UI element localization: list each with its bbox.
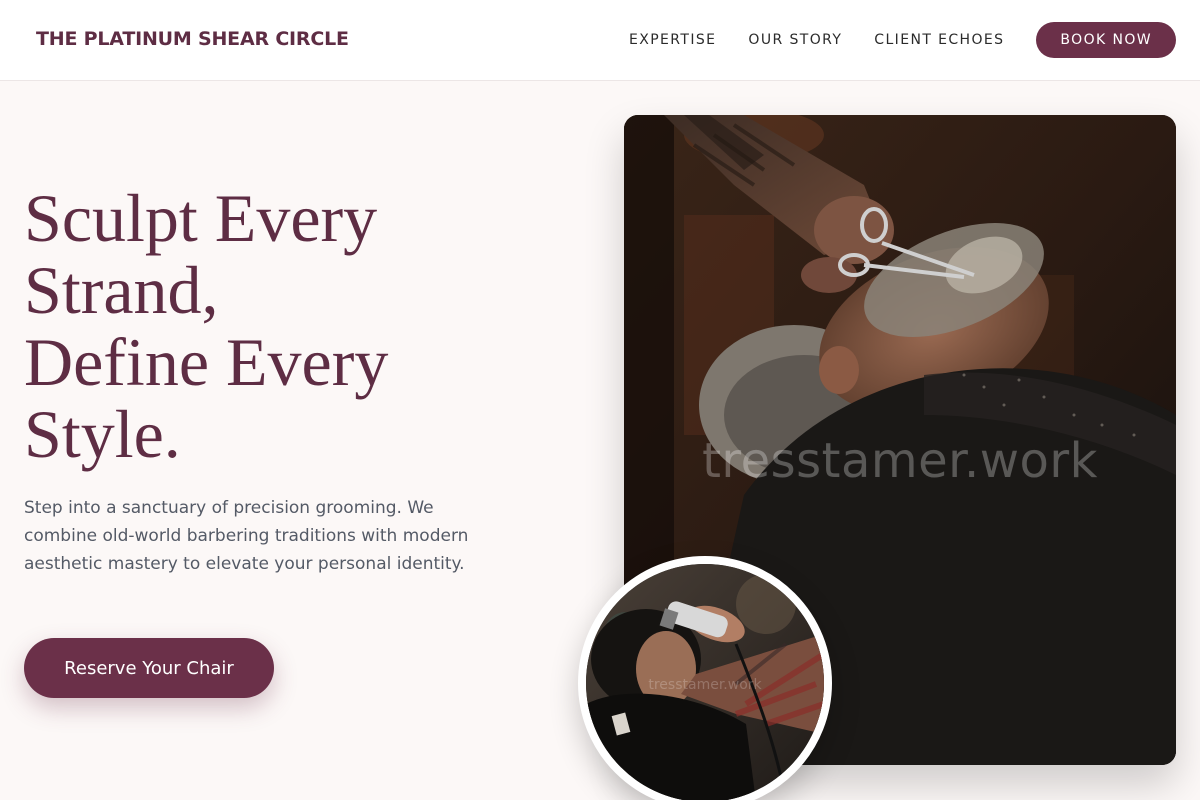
image-watermark: tresstamer.work: [702, 433, 1098, 489]
nav-link-expertise[interactable]: EXPERTISE: [629, 32, 716, 48]
hero-title: Sculpt Every Strand, Define Every Style.: [24, 182, 494, 470]
nav-link-client-echoes[interactable]: CLIENT ECHOES: [874, 32, 1004, 48]
reserve-chair-button[interactable]: Reserve Your Chair: [24, 638, 274, 698]
brand-logo[interactable]: THE PLATINUM SHEAR CIRCLE: [36, 28, 349, 50]
hero-title-line: Style.: [24, 396, 181, 472]
nav-link-our-story[interactable]: OUR STORY: [748, 32, 842, 48]
hero-title-line: Sculpt Every: [24, 180, 378, 256]
main-nav: EXPERTISE OUR STORY CLIENT ECHOES BOOK N…: [629, 22, 1176, 58]
site-header: THE PLATINUM SHEAR CIRCLE EXPERTISE OUR …: [0, 0, 1200, 81]
hero-description: Step into a sanctuary of precision groom…: [24, 498, 469, 574]
hero-title-line: Define Every: [24, 324, 389, 400]
image-watermark: tresstamer.work: [648, 677, 762, 693]
barber-clipper-photo: tresstamer.work: [578, 556, 832, 800]
hero-title-line: Strand,: [24, 252, 219, 328]
book-now-button[interactable]: BOOK NOW: [1036, 22, 1176, 58]
